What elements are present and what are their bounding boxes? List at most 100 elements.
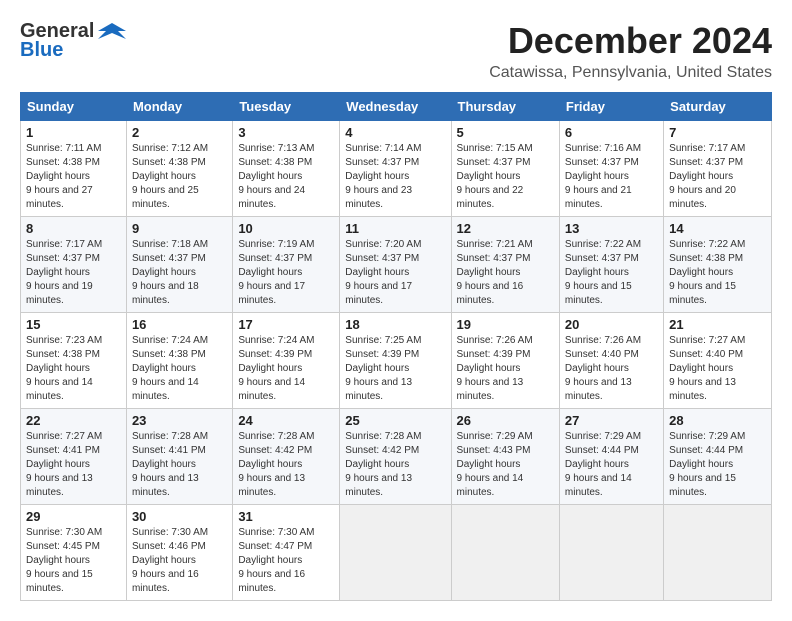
table-row xyxy=(340,505,451,601)
calendar-week-3: 15 Sunrise: 7:23 AM Sunset: 4:38 PM Dayl… xyxy=(21,313,772,409)
col-monday: Monday xyxy=(126,93,232,121)
day-info: Sunrise: 7:17 AM Sunset: 4:37 PM Dayligh… xyxy=(669,142,766,212)
day-number: 1 xyxy=(26,125,121,140)
day-number: 23 xyxy=(132,413,227,428)
day-info: Sunrise: 7:18 AM Sunset: 4:37 PM Dayligh… xyxy=(132,238,227,308)
day-number: 10 xyxy=(238,221,334,236)
day-number: 15 xyxy=(26,317,121,332)
day-info: Sunrise: 7:28 AM Sunset: 4:41 PM Dayligh… xyxy=(132,430,227,500)
calendar-week-5: 29 Sunrise: 7:30 AM Sunset: 4:45 PM Dayl… xyxy=(21,505,772,601)
day-number: 11 xyxy=(345,221,445,236)
day-info: Sunrise: 7:12 AM Sunset: 4:38 PM Dayligh… xyxy=(132,142,227,212)
day-info: Sunrise: 7:29 AM Sunset: 4:43 PM Dayligh… xyxy=(457,430,554,500)
day-number: 7 xyxy=(669,125,766,140)
table-row: 30 Sunrise: 7:30 AM Sunset: 4:46 PM Dayl… xyxy=(126,505,232,601)
day-info: Sunrise: 7:25 AM Sunset: 4:39 PM Dayligh… xyxy=(345,334,445,404)
table-row: 22 Sunrise: 7:27 AM Sunset: 4:41 PM Dayl… xyxy=(21,409,127,505)
table-row: 5 Sunrise: 7:15 AM Sunset: 4:37 PM Dayli… xyxy=(451,121,559,217)
day-number: 30 xyxy=(132,509,227,524)
col-friday: Friday xyxy=(559,93,663,121)
col-wednesday: Wednesday xyxy=(340,93,451,121)
day-info: Sunrise: 7:13 AM Sunset: 4:38 PM Dayligh… xyxy=(238,142,334,212)
day-info: Sunrise: 7:26 AM Sunset: 4:39 PM Dayligh… xyxy=(457,334,554,404)
calendar-week-4: 22 Sunrise: 7:27 AM Sunset: 4:41 PM Dayl… xyxy=(21,409,772,505)
table-row: 6 Sunrise: 7:16 AM Sunset: 4:37 PM Dayli… xyxy=(559,121,663,217)
table-row: 10 Sunrise: 7:19 AM Sunset: 4:37 PM Dayl… xyxy=(233,217,340,313)
day-number: 4 xyxy=(345,125,445,140)
day-info: Sunrise: 7:22 AM Sunset: 4:37 PM Dayligh… xyxy=(565,238,658,308)
col-saturday: Saturday xyxy=(664,93,772,121)
title-area: December 2024 Catawissa, Pennsylvania, U… xyxy=(489,20,772,82)
day-info: Sunrise: 7:17 AM Sunset: 4:37 PM Dayligh… xyxy=(26,238,121,308)
day-number: 28 xyxy=(669,413,766,428)
location-subtitle: Catawissa, Pennsylvania, United States xyxy=(489,64,772,82)
day-number: 25 xyxy=(345,413,445,428)
day-info: Sunrise: 7:15 AM Sunset: 4:37 PM Dayligh… xyxy=(457,142,554,212)
day-number: 8 xyxy=(26,221,121,236)
day-info: Sunrise: 7:27 AM Sunset: 4:40 PM Dayligh… xyxy=(669,334,766,404)
day-info: Sunrise: 7:28 AM Sunset: 4:42 PM Dayligh… xyxy=(345,430,445,500)
day-info: Sunrise: 7:28 AM Sunset: 4:42 PM Dayligh… xyxy=(238,430,334,500)
table-row: 24 Sunrise: 7:28 AM Sunset: 4:42 PM Dayl… xyxy=(233,409,340,505)
table-row: 9 Sunrise: 7:18 AM Sunset: 4:37 PM Dayli… xyxy=(126,217,232,313)
day-number: 12 xyxy=(457,221,554,236)
day-number: 31 xyxy=(238,509,334,524)
day-info: Sunrise: 7:22 AM Sunset: 4:38 PM Dayligh… xyxy=(669,238,766,308)
table-row: 4 Sunrise: 7:14 AM Sunset: 4:37 PM Dayli… xyxy=(340,121,451,217)
calendar-table: Sunday Monday Tuesday Wednesday Thursday… xyxy=(20,92,772,601)
table-row: 31 Sunrise: 7:30 AM Sunset: 4:47 PM Dayl… xyxy=(233,505,340,601)
page-header: General Blue December 2024 Catawissa, Pe… xyxy=(20,20,772,82)
table-row: 20 Sunrise: 7:26 AM Sunset: 4:40 PM Dayl… xyxy=(559,313,663,409)
table-row: 2 Sunrise: 7:12 AM Sunset: 4:38 PM Dayli… xyxy=(126,121,232,217)
calendar-header-row: Sunday Monday Tuesday Wednesday Thursday… xyxy=(21,93,772,121)
col-sunday: Sunday xyxy=(21,93,127,121)
day-number: 24 xyxy=(238,413,334,428)
day-info: Sunrise: 7:16 AM Sunset: 4:37 PM Dayligh… xyxy=(565,142,658,212)
table-row: 16 Sunrise: 7:24 AM Sunset: 4:38 PM Dayl… xyxy=(126,313,232,409)
table-row: 11 Sunrise: 7:20 AM Sunset: 4:37 PM Dayl… xyxy=(340,217,451,313)
col-tuesday: Tuesday xyxy=(233,93,340,121)
col-thursday: Thursday xyxy=(451,93,559,121)
table-row: 17 Sunrise: 7:24 AM Sunset: 4:39 PM Dayl… xyxy=(233,313,340,409)
day-info: Sunrise: 7:14 AM Sunset: 4:37 PM Dayligh… xyxy=(345,142,445,212)
day-number: 2 xyxy=(132,125,227,140)
calendar-week-2: 8 Sunrise: 7:17 AM Sunset: 4:37 PM Dayli… xyxy=(21,217,772,313)
table-row: 21 Sunrise: 7:27 AM Sunset: 4:40 PM Dayl… xyxy=(664,313,772,409)
table-row: 12 Sunrise: 7:21 AM Sunset: 4:37 PM Dayl… xyxy=(451,217,559,313)
day-number: 20 xyxy=(565,317,658,332)
day-info: Sunrise: 7:26 AM Sunset: 4:40 PM Dayligh… xyxy=(565,334,658,404)
table-row: 13 Sunrise: 7:22 AM Sunset: 4:37 PM Dayl… xyxy=(559,217,663,313)
day-info: Sunrise: 7:21 AM Sunset: 4:37 PM Dayligh… xyxy=(457,238,554,308)
day-number: 5 xyxy=(457,125,554,140)
day-number: 16 xyxy=(132,317,227,332)
month-title: December 2024 xyxy=(489,20,772,62)
table-row: 18 Sunrise: 7:25 AM Sunset: 4:39 PM Dayl… xyxy=(340,313,451,409)
day-info: Sunrise: 7:24 AM Sunset: 4:38 PM Dayligh… xyxy=(132,334,227,404)
day-number: 17 xyxy=(238,317,334,332)
calendar-week-1: 1 Sunrise: 7:11 AM Sunset: 4:38 PM Dayli… xyxy=(21,121,772,217)
day-number: 9 xyxy=(132,221,227,236)
logo: General Blue xyxy=(20,20,126,62)
day-info: Sunrise: 7:30 AM Sunset: 4:47 PM Dayligh… xyxy=(238,526,334,596)
day-info: Sunrise: 7:30 AM Sunset: 4:45 PM Dayligh… xyxy=(26,526,121,596)
day-number: 6 xyxy=(565,125,658,140)
day-number: 19 xyxy=(457,317,554,332)
day-number: 18 xyxy=(345,317,445,332)
table-row: 1 Sunrise: 7:11 AM Sunset: 4:38 PM Dayli… xyxy=(21,121,127,217)
logo-bird-icon xyxy=(98,21,126,43)
day-info: Sunrise: 7:30 AM Sunset: 4:46 PM Dayligh… xyxy=(132,526,227,596)
table-row: 28 Sunrise: 7:29 AM Sunset: 4:44 PM Dayl… xyxy=(664,409,772,505)
day-info: Sunrise: 7:23 AM Sunset: 4:38 PM Dayligh… xyxy=(26,334,121,404)
table-row: 26 Sunrise: 7:29 AM Sunset: 4:43 PM Dayl… xyxy=(451,409,559,505)
day-info: Sunrise: 7:24 AM Sunset: 4:39 PM Dayligh… xyxy=(238,334,334,404)
day-number: 29 xyxy=(26,509,121,524)
table-row: 29 Sunrise: 7:30 AM Sunset: 4:45 PM Dayl… xyxy=(21,505,127,601)
table-row xyxy=(559,505,663,601)
day-number: 21 xyxy=(669,317,766,332)
day-info: Sunrise: 7:27 AM Sunset: 4:41 PM Dayligh… xyxy=(26,430,121,500)
table-row: 8 Sunrise: 7:17 AM Sunset: 4:37 PM Dayli… xyxy=(21,217,127,313)
table-row xyxy=(664,505,772,601)
table-row xyxy=(451,505,559,601)
day-number: 3 xyxy=(238,125,334,140)
day-info: Sunrise: 7:29 AM Sunset: 4:44 PM Dayligh… xyxy=(565,430,658,500)
